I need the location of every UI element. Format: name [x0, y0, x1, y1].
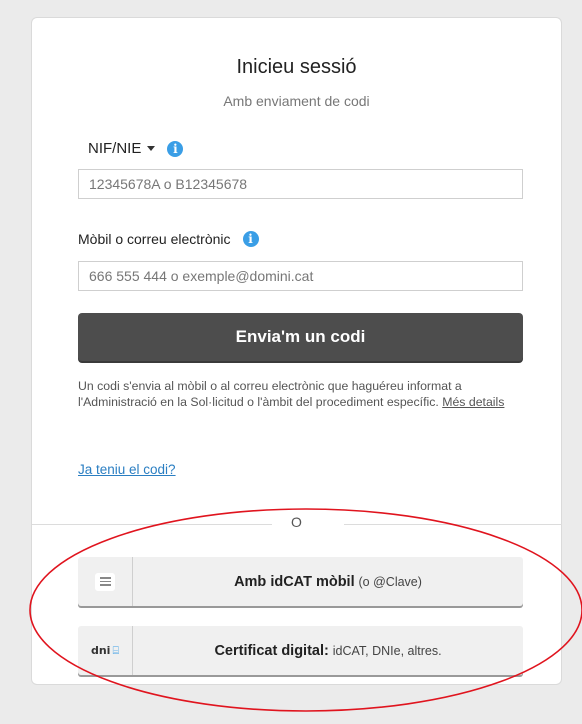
divider-or: O [291, 514, 302, 530]
have-code-link[interactable]: Ja teniu el codi? [78, 462, 176, 477]
nif-selector[interactable]: NIF/NIE i [88, 140, 184, 157]
cert-label-main: Certificat digital: [214, 643, 329, 659]
idcat-icon-box [78, 557, 133, 606]
mobil-label-row: Mòbil o correu electrònic i [78, 231, 259, 247]
info-icon[interactable]: i [242, 231, 259, 247]
cert-label: Certificat digital: idCAT, DNIe, altres. [133, 642, 523, 659]
digital-certificate-button[interactable]: dni ⌸ Certificat digital: idCAT, DNIe, al… [78, 626, 523, 675]
idcat-label-main: Amb idCAT mòbil [234, 574, 355, 590]
mobil-label: Mòbil o correu electrònic [78, 231, 231, 247]
mobil-input[interactable]: 666 555 444 o exemple@domini.cat [78, 261, 523, 291]
nif-input[interactable]: 12345678A o B12345678 [78, 169, 523, 199]
caret-down-icon [147, 146, 156, 151]
idcat-label: Amb idCAT mòbil (o @Clave) [133, 573, 523, 590]
dni-card-icon: dni ⌸ [90, 643, 120, 657]
send-code-button[interactable]: Envia'm un codi [78, 313, 523, 361]
cert-icon-box: dni ⌸ [78, 626, 133, 675]
nif-label: NIF/NIE [88, 140, 142, 157]
idcat-label-sub: (o @Clave) [358, 575, 422, 589]
info-text-body: Un codi s'envia al mòbil o al correu ele… [78, 379, 462, 409]
more-details-link[interactable]: Més details [442, 395, 504, 409]
info-text: Un codi s'envia al mòbil o al correu ele… [78, 378, 528, 410]
dni-icon-text: dni [90, 643, 111, 657]
page-subtitle: Amb enviament de codi [223, 93, 370, 109]
login-card: Inicieu sessió Amb enviament de codi NIF… [31, 17, 562, 685]
idcat-mobil-button[interactable]: Amb idCAT mòbil (o @Clave) [78, 557, 523, 606]
page-title: Inicieu sessió [236, 56, 357, 78]
chat-bubble-icon [95, 572, 115, 591]
cert-label-sub: idCAT, DNIe, altres. [332, 644, 442, 658]
divider-line-right [344, 524, 562, 525]
info-icon[interactable]: i [167, 140, 184, 157]
